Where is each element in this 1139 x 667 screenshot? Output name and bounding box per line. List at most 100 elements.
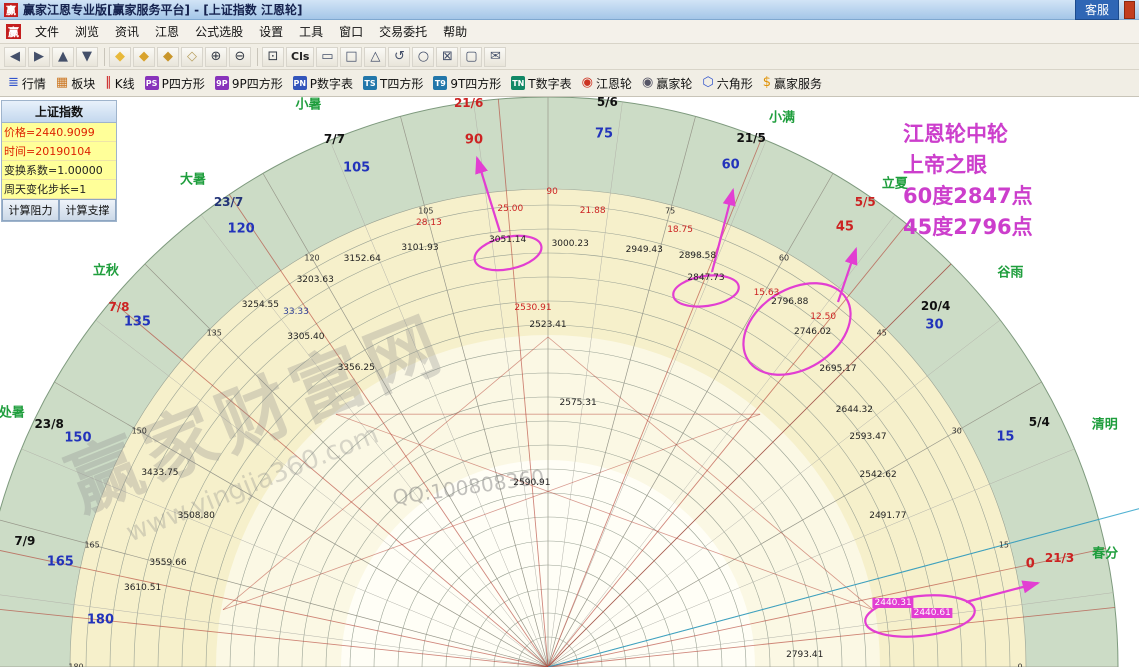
- wheel-value: 2530.91: [514, 303, 552, 314]
- P数字表-icon: PN: [292, 76, 307, 90]
- wheel-date-label: 7/9: [14, 534, 36, 549]
- wheel-inner-degree: 0: [1017, 662, 1023, 667]
- wheel-value: 28.13: [416, 217, 442, 228]
- 9P四方形-icon: 9P: [214, 76, 229, 90]
- wheel-value: 18.75: [667, 224, 693, 235]
- wheel-date-label: 5/5: [854, 194, 876, 209]
- wheel-date-label: 5/6: [596, 97, 618, 110]
- cross-tool-icon[interactable]: ⊠: [436, 46, 459, 67]
- function-toolbar: ≣ 行情 ▦ 板块 ∥ K线 PS P四方形 9P 9P四方形 PN P数字表 TS T四方形 T9 9T四方…: [0, 70, 1139, 97]
- wheel-value: 2440.31: [872, 598, 914, 609]
- wheel-date-label: 7/7: [323, 131, 346, 146]
- ribbon-label: T数字表: [528, 76, 572, 91]
- wheel-degree-label: 75: [594, 126, 614, 142]
- zoom-in-icon[interactable]: ⊕: [205, 46, 227, 67]
- wheel-solar-term-label: 处暑: [0, 405, 25, 421]
- wheel-degree-label: 165: [46, 554, 74, 570]
- wheel-inner-degree: 105: [418, 206, 434, 216]
- note-tool-icon[interactable]: ✉: [484, 46, 507, 67]
- ribbon-button-9P四方形[interactable]: 9P 9P四方形: [211, 73, 289, 94]
- annotation-line: 上帝之眼: [903, 153, 987, 177]
- menu-bar: 赢 文件 浏览 资讯 江恩 公式选股 设置 工具 窗口 交易委托 帮助: [0, 20, 1139, 44]
- ribbon-button-江恩轮[interactable]: ◉ 江恩轮: [578, 73, 638, 94]
- ribbon-button-六角形[interactable]: ⬡ 六角形: [698, 73, 758, 94]
- zoom-out-icon[interactable]: ⊖: [229, 46, 251, 67]
- wheel-inner-degree: 45: [876, 328, 887, 338]
- title-bar: 赢 赢家江恩专业版[赢家服务平台] - [上证指数 江恩轮] 客服: [0, 0, 1139, 20]
- ribbon-label: P数字表: [309, 76, 353, 91]
- wheel-value: 2793.41: [786, 649, 824, 660]
- menu-item-资讯[interactable]: 资讯: [107, 20, 147, 43]
- wheel-value: 2491.77: [869, 510, 907, 521]
- K线-icon: ∥: [105, 75, 112, 90]
- triangle-tool-icon[interactable]: △: [364, 46, 387, 67]
- info-row: 周天变化步长=1: [2, 180, 116, 199]
- menu-item-交易委托[interactable]: 交易委托: [371, 20, 435, 43]
- circle-tool-icon[interactable]: ○: [412, 46, 435, 67]
- ribbon-button-板块[interactable]: ▦ 板块: [52, 73, 101, 94]
- wheel-degree-label: 15: [996, 429, 1015, 445]
- diamond-2-icon[interactable]: ◆: [133, 46, 155, 67]
- wheel-date-label: 20/4: [920, 298, 951, 313]
- ribbon-label: 六角形: [716, 76, 753, 91]
- cls-button[interactable]: Cls: [286, 46, 315, 67]
- wheel-degree-label: 105: [343, 160, 371, 176]
- customer-service-button[interactable]: 客服: [1074, 0, 1119, 20]
- wheel-value: 25.00: [497, 203, 524, 214]
- menu-item-浏览[interactable]: 浏览: [67, 20, 107, 43]
- drawing-toolbar: ◀ ▶ ▲ ▼ ◆ ◆ ◆ ◇ ⊕ ⊖ ⊡ Cls ▭ □ △ ↺ ○ ⊠ ▢ ✉: [0, 44, 1139, 70]
- ribbon-button-行情[interactable]: ≣ 行情: [4, 73, 52, 94]
- wheel-date-label: 23/8: [34, 416, 64, 431]
- toolbar-separator: [253, 47, 258, 66]
- skin-tab-icon[interactable]: [1124, 0, 1135, 19]
- wheel-value: 2644.32: [835, 404, 874, 415]
- ribbon-button-K线[interactable]: ∥ K线: [101, 73, 140, 94]
- down-icon[interactable]: ▼: [76, 46, 98, 67]
- menu-item-工具[interactable]: 工具: [291, 20, 331, 43]
- ribbon-button-赢家服务[interactable]: $ 赢家服务: [759, 73, 828, 94]
- forward-icon[interactable]: ▶: [28, 46, 50, 67]
- menu-item-文件[interactable]: 文件: [27, 20, 67, 43]
- wheel-value: 2590.91: [513, 477, 551, 488]
- rect-tool-icon[interactable]: ▭: [316, 46, 339, 67]
- dashed-box-icon[interactable]: ▢: [460, 46, 483, 67]
- menu-item-设置[interactable]: 设置: [251, 20, 291, 43]
- wheel-date-label: 7/8: [108, 300, 130, 315]
- ribbon-button-赢家轮[interactable]: ◉ 赢家轮: [638, 73, 698, 94]
- square-tool-icon[interactable]: □: [340, 46, 363, 67]
- ribbon-button-T数字表[interactable]: TN T数字表: [507, 73, 577, 94]
- menu-item-公式选股[interactable]: 公式选股: [187, 20, 251, 43]
- ribbon-button-T四方形[interactable]: TS T四方形: [359, 73, 429, 94]
- back-icon[interactable]: ◀: [4, 46, 26, 67]
- menu-item-江恩[interactable]: 江恩: [147, 20, 187, 43]
- ribbon-button-P四方形[interactable]: PS P四方形: [141, 73, 211, 94]
- diamond-4-icon[interactable]: ◇: [181, 46, 203, 67]
- diamond-1-icon[interactable]: ◆: [109, 46, 131, 67]
- 六角形-icon: ⬡: [702, 75, 714, 90]
- wheel-inner-degree: 75: [665, 206, 676, 216]
- menu-item-帮助[interactable]: 帮助: [435, 20, 475, 43]
- wheel-inner-degree: 180: [68, 662, 84, 667]
- button-计算阻力[interactable]: 计算阻力: [2, 199, 59, 221]
- wheel-value: 12.50: [810, 312, 837, 323]
- 行情-icon: ≣: [8, 75, 19, 90]
- info-row: 变换系数=1.00000: [2, 161, 116, 180]
- wheel-value: 3356.25: [337, 363, 375, 374]
- wheel-degree-label: 30: [925, 317, 944, 333]
- ribbon-button-9T四方形[interactable]: T9 9T四方形: [429, 73, 507, 94]
- menu-item-窗口[interactable]: 窗口: [331, 20, 371, 43]
- wheel-solar-term-label: 清明: [1091, 417, 1118, 433]
- wheel-value: 2575.31: [559, 397, 597, 408]
- wheel-value: 3610.51: [123, 583, 162, 594]
- up-icon[interactable]: ▲: [52, 46, 74, 67]
- button-计算支撑[interactable]: 计算支撑: [59, 199, 116, 221]
- wheel-value: 3152.64: [343, 254, 381, 265]
- wheel-value: 2796.88: [771, 296, 809, 307]
- wheel-date-label: 23/7: [213, 195, 244, 210]
- fit-screen-icon[interactable]: ⊡: [262, 46, 284, 67]
- rotate-tool-icon[interactable]: ↺: [388, 46, 411, 67]
- diamond-3-icon[interactable]: ◆: [157, 46, 179, 67]
- ribbon-button-P数字表[interactable]: PN P数字表: [289, 73, 359, 94]
- wheel-inner-degree: 60: [778, 253, 790, 263]
- gann-wheel-chart-area[interactable]: 赢家财富网 www.yingjia360.com QQ:100808360 90…: [0, 97, 1139, 667]
